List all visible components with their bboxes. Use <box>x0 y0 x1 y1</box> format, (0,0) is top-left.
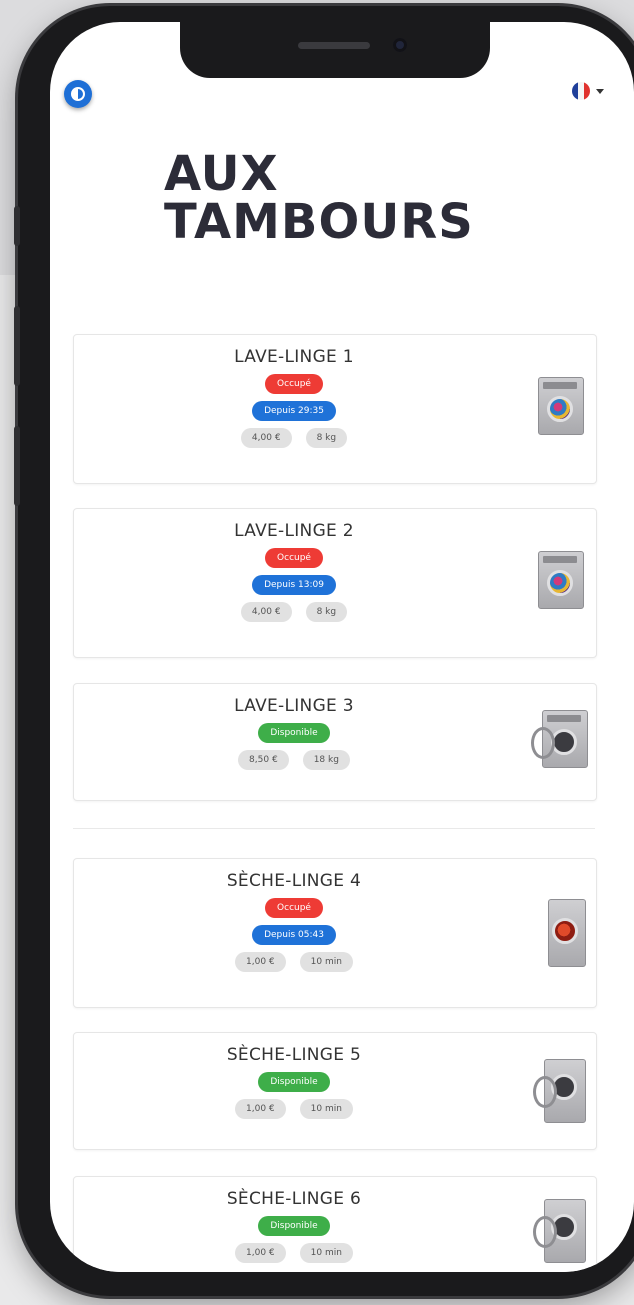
chevron-down-icon <box>596 88 604 94</box>
capacity-chip: 10 min <box>299 1099 353 1119</box>
status-badge: Occupé <box>265 898 323 918</box>
brand-logo: AUX TAMBOURS <box>164 150 474 246</box>
status-badge: Occupé <box>265 374 323 394</box>
capacity-chip: 18 kg <box>302 750 350 770</box>
machine-name: SÈCHE-LINGE 5 <box>226 1045 362 1065</box>
machine-name: LAVE-LINGE 2 <box>234 521 354 541</box>
mute-switch <box>14 206 20 246</box>
since-badge: Depuis 29:35 <box>252 401 336 421</box>
price-chip: 4,00 € <box>240 602 292 622</box>
dryer-open-icon <box>533 1199 586 1263</box>
language-selector[interactable] <box>572 82 604 100</box>
volume-up-button <box>14 306 20 386</box>
machine-name: SÈCHE-LINGE 6 <box>226 1189 362 1209</box>
capacity-chip: 10 min <box>299 1243 353 1263</box>
dryer-icon <box>548 899 586 967</box>
machine-card[interactable]: LAVE-LINGE 2 Occupé Depuis 13:09 4,00 € … <box>73 508 597 658</box>
capacity-chip: 8 kg <box>305 602 348 622</box>
status-badge: Disponible <box>258 1216 330 1236</box>
volume-down-button <box>14 426 20 506</box>
dryer-open-icon <box>533 1059 586 1123</box>
machine-card[interactable]: LAVE-LINGE 3 Disponible 8,50 € 18 kg <box>73 683 597 801</box>
section-divider <box>73 828 595 829</box>
status-badge: Disponible <box>258 1072 330 1092</box>
theme-toggle-button[interactable] <box>64 80 92 108</box>
status-badge: Occupé <box>265 548 323 568</box>
price-chip: 1,00 € <box>235 952 286 972</box>
price-chip: 8,50 € <box>238 750 289 770</box>
contrast-toggle-icon <box>71 87 85 101</box>
machine-card[interactable]: SÈCHE-LINGE 4 Occupé Depuis 05:43 1,00 €… <box>73 858 597 1008</box>
status-badge: Disponible <box>258 723 330 743</box>
machine-name: LAVE-LINGE 3 <box>234 696 354 716</box>
logo-line-2: TAMBOURS <box>164 194 474 250</box>
price-chip: 1,00 € <box>235 1243 286 1263</box>
phone-notch <box>180 22 490 78</box>
machine-name: LAVE-LINGE 1 <box>234 347 354 367</box>
since-badge: Depuis 13:09 <box>252 575 336 595</box>
washing-machine-open-icon <box>531 710 588 768</box>
since-badge: Depuis 05:43 <box>252 925 336 945</box>
capacity-chip: 10 min <box>299 952 353 972</box>
price-chip: 1,00 € <box>235 1099 286 1119</box>
app-screen: AUX TAMBOURS LAVE-LINGE 1 Occupé Depuis … <box>50 22 634 1272</box>
speaker-grille <box>298 42 370 49</box>
france-flag-icon <box>572 82 590 100</box>
machine-name: SÈCHE-LINGE 4 <box>226 871 362 891</box>
price-chip: 4,00 € <box>240 428 292 448</box>
machine-card[interactable]: LAVE-LINGE 1 Occupé Depuis 29:35 4,00 € … <box>73 334 597 484</box>
front-camera <box>393 38 407 52</box>
machine-card[interactable]: SÈCHE-LINGE 5 Disponible 1,00 € 10 min <box>73 1032 597 1150</box>
washing-machine-icon <box>538 551 584 609</box>
machine-card[interactable]: SÈCHE-LINGE 6 Disponible 1,00 € 10 min <box>73 1176 597 1272</box>
washing-machine-icon <box>538 377 584 435</box>
capacity-chip: 8 kg <box>305 428 348 448</box>
